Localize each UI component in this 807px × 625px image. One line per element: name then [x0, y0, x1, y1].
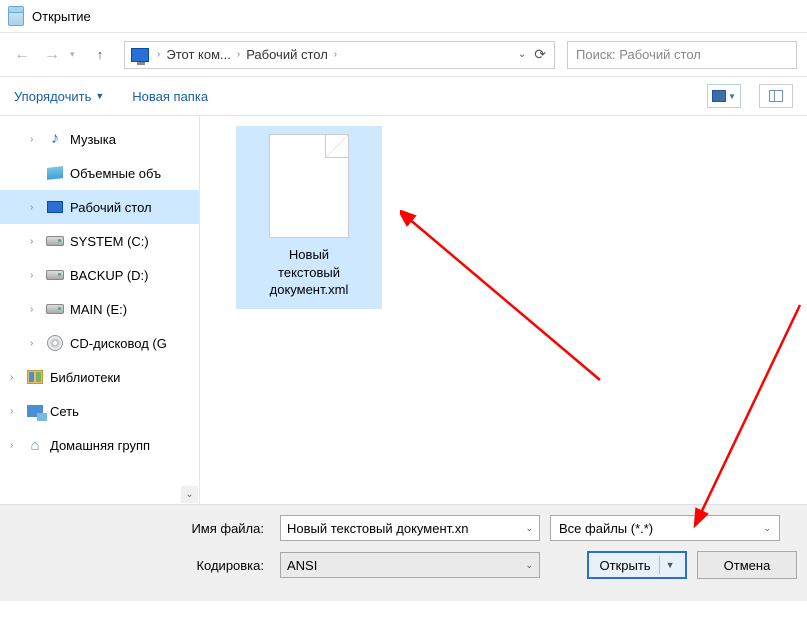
libraries-icon [27, 370, 43, 384]
notepad-icon [8, 6, 24, 26]
chevron-down-icon[interactable]: ⌄ [763, 523, 771, 534]
chevron-right-icon: › [235, 49, 242, 60]
tree-item-desktop[interactable]: › Рабочий стол [0, 190, 199, 224]
tree-item-music[interactable]: › ♪ Музыка [0, 122, 199, 156]
tree-item-libraries[interactable]: › Библиотеки [0, 360, 199, 394]
chevron-down-icon[interactable]: ⌄ [525, 560, 533, 571]
scroll-down-button[interactable]: ⌄ [181, 486, 198, 503]
expand-icon[interactable]: › [10, 440, 20, 451]
expand-icon[interactable]: › [10, 372, 20, 383]
history-dropdown[interactable]: ▾ [70, 49, 82, 60]
expand-icon[interactable]: › [10, 406, 20, 417]
forward-button[interactable]: → [40, 43, 64, 67]
view-mode-button[interactable]: ▼ [707, 84, 741, 108]
tree-item-system-c[interactable]: › SYSTEM (C:) [0, 224, 199, 258]
new-folder-button[interactable]: Новая папка [132, 89, 208, 104]
chevron-right-icon: › [332, 49, 339, 60]
music-icon: ♪ [46, 130, 64, 148]
tree-item-backup-d[interactable]: › BACKUP (D:) [0, 258, 199, 292]
file-item[interactable]: Новый текстовый документ.xml [236, 126, 382, 309]
search-input[interactable]: Поиск: Рабочий стол [567, 41, 797, 69]
up-button[interactable]: ↑ [88, 43, 112, 67]
address-dropdown-icon[interactable]: ⌄ [518, 49, 526, 60]
expand-icon[interactable]: › [30, 202, 40, 213]
open-button[interactable]: Открыть ▼ [587, 551, 687, 579]
footer: Имя файла: Новый текстовый документ.xn ⌄… [0, 504, 807, 601]
window-title: Открытие [32, 9, 91, 24]
file-list[interactable]: Новый текстовый документ.xml [200, 116, 807, 504]
this-pc-icon [131, 48, 149, 62]
homegroup-icon: ⌂ [26, 436, 44, 454]
cancel-button[interactable]: Отмена [697, 551, 797, 579]
main-area: › ♪ Музыка › Объемные объ › Рабочий стол… [0, 116, 807, 504]
expand-icon[interactable]: › [30, 236, 40, 247]
file-type-select[interactable]: Все файлы (*.*) ⌄ [550, 515, 780, 541]
volumes-icon [47, 166, 63, 180]
drive-icon [46, 304, 64, 314]
drive-icon [46, 270, 64, 280]
expand-icon[interactable]: › [30, 270, 40, 281]
tree-panel: › ♪ Музыка › Объемные объ › Рабочий стол… [0, 116, 200, 504]
cd-icon [47, 335, 63, 351]
breadcrumb-desktop[interactable]: Рабочий стол [242, 47, 332, 62]
encoding-select[interactable]: ANSI ⌄ [280, 552, 540, 578]
filename-input[interactable]: Новый текстовый документ.xn ⌄ [280, 515, 540, 541]
chevron-right-icon: › [155, 49, 162, 60]
toolbar: Упорядочить▼ Новая папка ▼ [0, 76, 807, 116]
address-bar[interactable]: › Этот ком... › Рабочий стол › ⌄ ⟳ [124, 41, 555, 69]
document-icon [269, 134, 349, 238]
breadcrumb-this-pc[interactable]: Этот ком... [162, 47, 235, 62]
network-icon [27, 405, 43, 417]
drive-icon [46, 236, 64, 246]
navigation-bar: ← → ▾ ↑ › Этот ком... › Рабочий стол › ⌄… [0, 32, 807, 76]
tree-item-main-e[interactable]: › MAIN (E:) [0, 292, 199, 326]
search-placeholder: Поиск: Рабочий стол [576, 47, 701, 62]
tree-item-homegroup[interactable]: › ⌂ Домашняя групп [0, 428, 199, 462]
refresh-icon[interactable]: ⟳ [534, 46, 546, 63]
expand-icon[interactable]: › [30, 304, 40, 315]
chevron-down-icon[interactable]: ⌄ [525, 523, 533, 534]
view-icon [712, 90, 726, 102]
chevron-down-icon[interactable]: ▼ [659, 556, 675, 574]
titlebar: Открытие [0, 0, 807, 32]
expand-icon[interactable]: › [30, 338, 40, 349]
back-button[interactable]: ← [10, 43, 34, 67]
tree-item-network[interactable]: › Сеть [0, 394, 199, 428]
file-label: Новый текстовый документ.xml [270, 246, 349, 299]
expand-icon[interactable]: › [30, 134, 40, 145]
filename-label: Имя файла: [10, 521, 270, 536]
pane-icon [769, 90, 783, 102]
preview-pane-button[interactable] [759, 84, 793, 108]
chevron-down-icon: ▼ [728, 92, 736, 101]
desktop-icon [47, 201, 63, 213]
tree-item-volumes[interactable]: › Объемные объ [0, 156, 199, 190]
tree-item-cd[interactable]: › CD-дисковод (G [0, 326, 199, 360]
chevron-down-icon: ▼ [95, 91, 104, 101]
encoding-label: Кодировка: [10, 558, 270, 573]
organize-button[interactable]: Упорядочить▼ [14, 89, 104, 104]
